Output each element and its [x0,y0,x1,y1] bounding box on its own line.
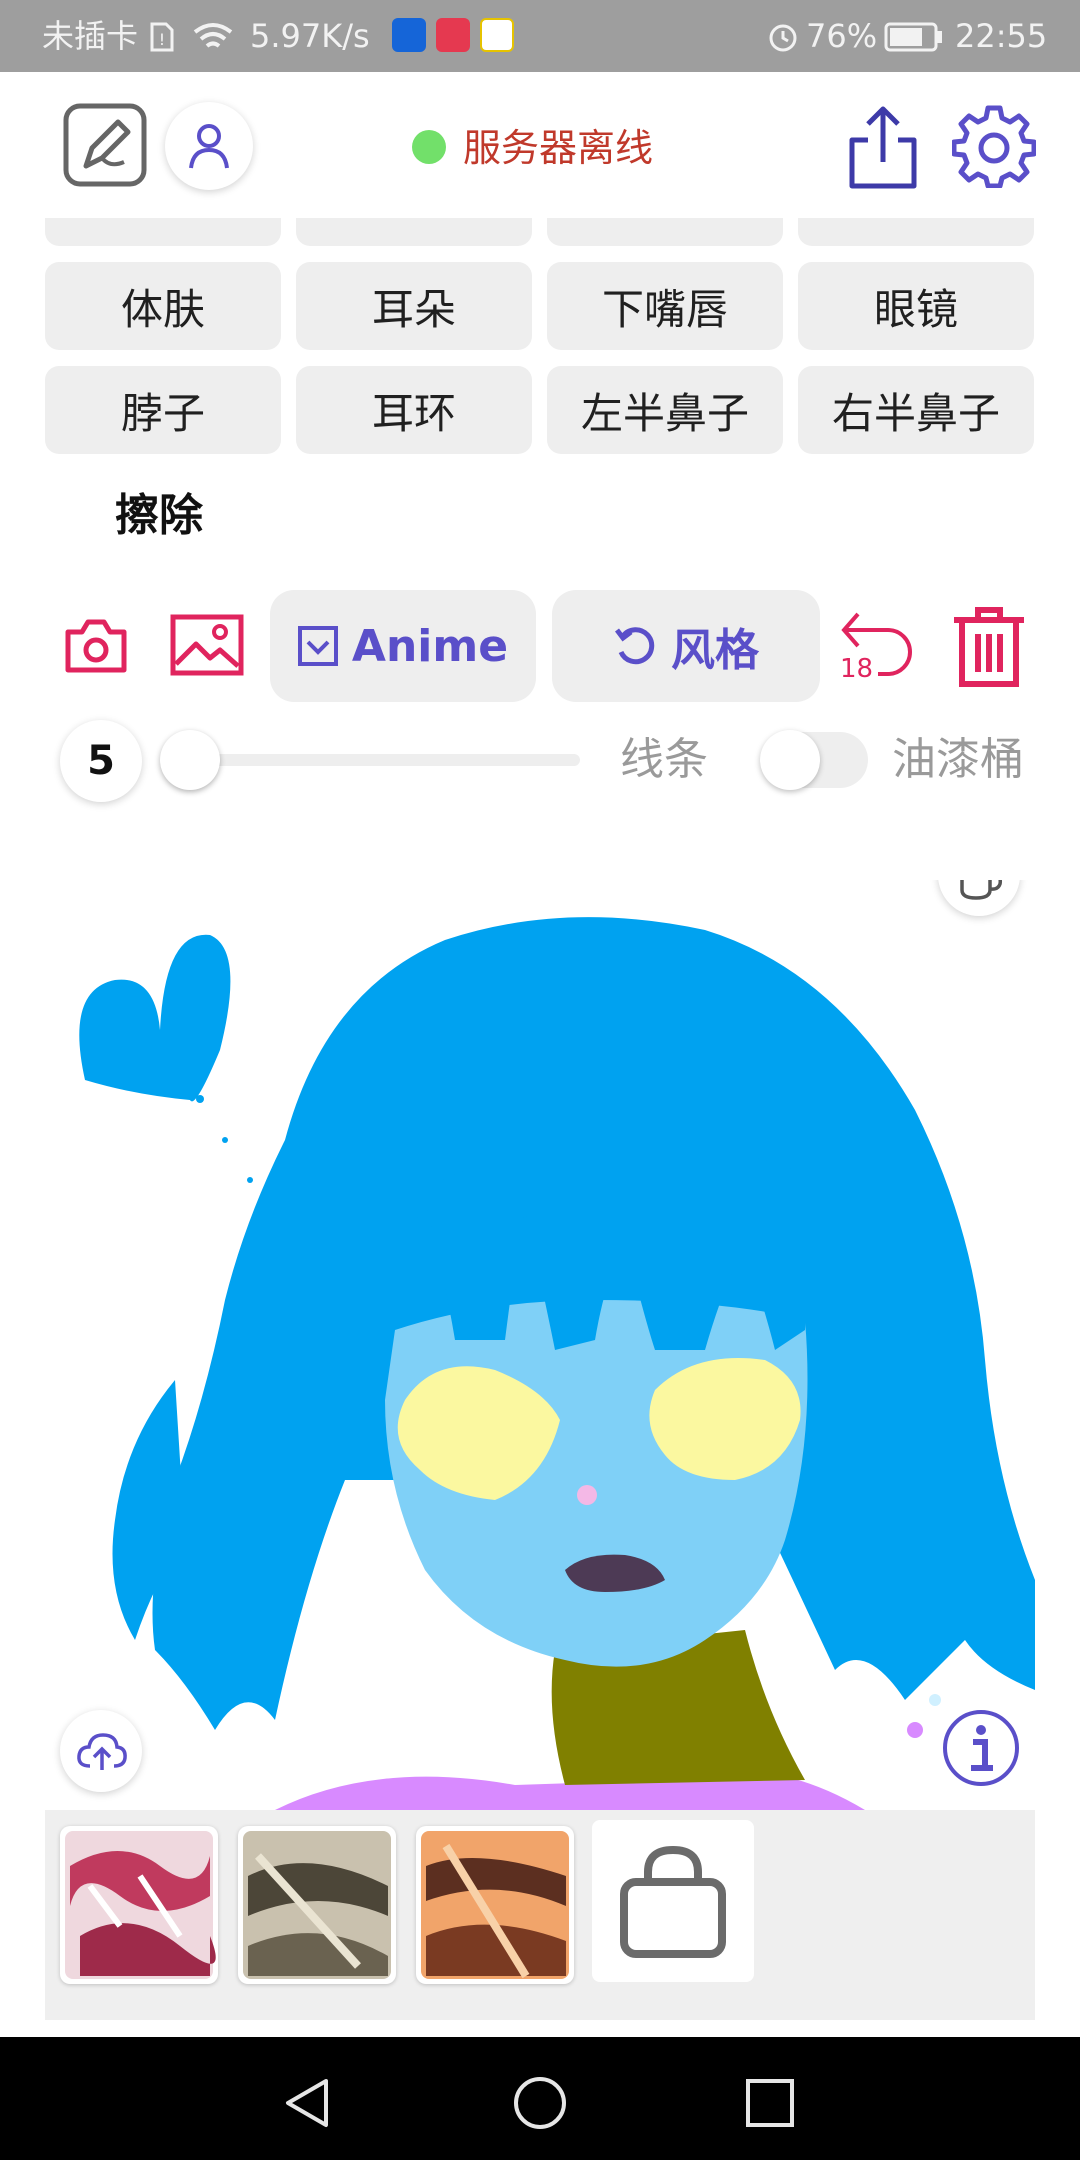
notify-app-icon [392,18,426,52]
undo-count: 18 [840,654,874,684]
carrier-text: 未插卡 [42,17,139,55]
home-icon[interactable] [512,2075,568,2131]
style-thumbnails-bar [45,1810,1035,2020]
part-chip-earring[interactable]: 耳环 [296,366,532,454]
share-icon [849,106,917,189]
settings-button[interactable] [951,104,1037,189]
brush-size-badge: 5 [60,720,142,802]
user-icon [189,124,229,169]
style-preview-orange [421,1831,569,1979]
network-speed: 5.97K/s [250,17,370,55]
notify-book-icon [436,18,470,52]
part-chip-neck[interactable]: 脖子 [45,366,281,454]
part-chip-lower-lip[interactable]: 下嘴唇 [547,262,783,350]
upload-button[interactable] [60,1710,142,1792]
settings-icon [951,105,1037,189]
svg-text:!: ! [159,30,165,49]
style-button[interactable]: 风格 [552,590,820,702]
part-chip-hidden[interactable] [547,218,783,246]
coffee-cup-icon [960,880,1003,900]
lines-label: 线条 [620,734,708,785]
edit-icon [63,103,147,187]
style-store-button[interactable] [592,1820,754,1982]
recents-icon[interactable] [744,2077,796,2129]
info-button[interactable] [941,1708,1021,1788]
style-thumb-red[interactable] [60,1826,218,1984]
server-status-dot [412,130,446,164]
part-chip-glasses[interactable]: 眼镜 [798,262,1034,350]
anime-label: Anime [351,620,509,672]
part-chip-hidden[interactable] [798,218,1034,246]
battery-percent: 76% [806,17,878,55]
gallery-button[interactable] [170,614,244,676]
status-bar: 未插卡 ! 5.97K/s 76% 22:55 [0,0,1080,72]
edit-button[interactable] [62,102,148,188]
delete-button[interactable] [950,604,1028,688]
image-icon [170,614,244,676]
erase-option[interactable]: 擦除 [115,488,203,544]
server-status-text: 服务器离线 [463,126,654,170]
style-thumb-gray[interactable] [238,1826,396,1984]
wifi-icon [193,23,233,48]
part-chip-ears[interactable]: 耳朵 [296,262,532,350]
checkbox-icon [297,626,338,666]
style-label: 风格 [671,625,759,676]
part-chip-left-nose[interactable]: 左半鼻子 [547,366,783,454]
anime-model-button[interactable]: Anime [270,590,536,702]
navigation-bar [0,2037,1080,2160]
toggle-thumb[interactable] [760,730,820,790]
style-preview-gray [243,1831,391,1979]
brush-size-slider[interactable] [160,754,580,766]
shopping-bag-icon [620,1845,726,1958]
sim-icon: ! [150,22,174,52]
cloud-upload-icon [77,1733,127,1770]
rotate-icon [615,627,655,665]
camera-icon [65,619,127,673]
trash-icon [954,607,1024,687]
part-chip-skin[interactable]: 体肤 [45,262,281,350]
clock: 22:55 [955,17,1048,55]
share-button[interactable] [846,104,920,190]
drawing-canvas[interactable] [45,880,1035,1810]
style-thumb-orange[interactable] [416,1826,574,1984]
notify-check-icon [480,18,514,52]
info-icon [943,1710,1019,1786]
part-chip-hidden[interactable] [45,218,281,246]
part-chip-right-nose[interactable]: 右半鼻子 [798,366,1034,454]
style-preview-red [65,1831,216,1979]
bucket-label: 油漆桶 [892,734,1024,785]
back-icon[interactable] [282,2077,332,2129]
battery-icon [884,22,942,52]
alarm-icon [769,24,797,52]
part-chip-hidden[interactable] [296,218,532,246]
sketch-drawing [79,917,1035,1810]
profile-button[interactable] [165,102,253,190]
camera-button[interactable] [64,614,128,678]
undo-button[interactable]: 18 [838,604,918,690]
slider-thumb[interactable] [160,730,220,790]
